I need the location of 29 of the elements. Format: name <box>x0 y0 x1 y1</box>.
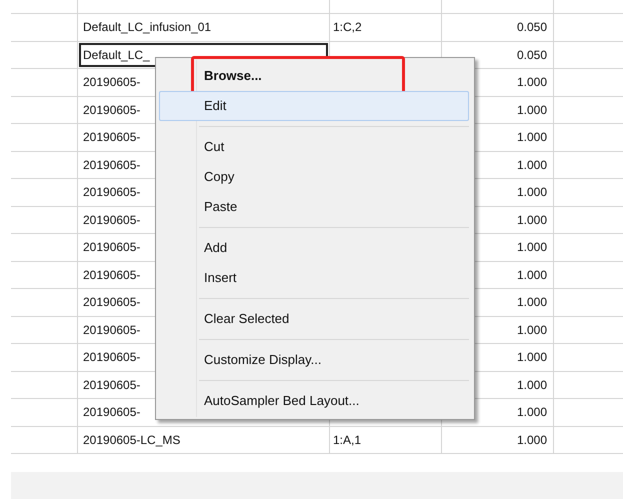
menu-item[interactable]: Add <box>159 233 469 263</box>
table-cell-text: 1.000 <box>516 74 547 92</box>
table-cell-text: 1.000 <box>516 239 547 256</box>
menu-item[interactable]: Edit <box>159 91 469 121</box>
table-cell-text: 1.000 <box>516 266 547 284</box>
table-cell-text: 1:C,2 <box>333 19 362 36</box>
table-cell-text: 1.000 <box>516 376 547 394</box>
table-cell-text: 1.000 <box>516 129 547 146</box>
table-cell-text: 1.000 <box>516 294 547 312</box>
menu-item[interactable]: Paste <box>159 192 469 222</box>
table-cell-text: 1.000 <box>516 349 547 366</box>
table-cell-text: 1.000 <box>516 212 547 229</box>
table-cell-text: 1.000 <box>516 432 547 449</box>
menu-item[interactable]: AutoSampler Bed Layout... <box>159 386 469 416</box>
table-cell-text: 1.000 <box>516 404 547 422</box>
table-cell-text: 1.000 <box>516 102 547 119</box>
table-cell-text: 0.050 <box>516 46 547 64</box>
menu-item[interactable]: Cut <box>159 132 469 162</box>
table-cell[interactable]: Default_LC_infusion_01 <box>79 15 328 40</box>
table-cell-text: 1:A,1 <box>333 432 362 449</box>
menu-item[interactable]: Clear Selected <box>159 304 469 334</box>
table-cell-text: 1.000 <box>516 184 547 202</box>
menu-item[interactable]: Copy <box>159 162 469 192</box>
table-cell[interactable]: 20190605-LC_MS <box>79 428 328 452</box>
table-cell-text: 0.050 <box>516 19 547 36</box>
table-cell-text: 1.000 <box>516 156 547 174</box>
table-cell-text: 1.000 <box>516 322 547 339</box>
menu-item[interactable]: Insert <box>159 263 469 293</box>
menu-item[interactable]: Customize Display... <box>159 345 469 375</box>
